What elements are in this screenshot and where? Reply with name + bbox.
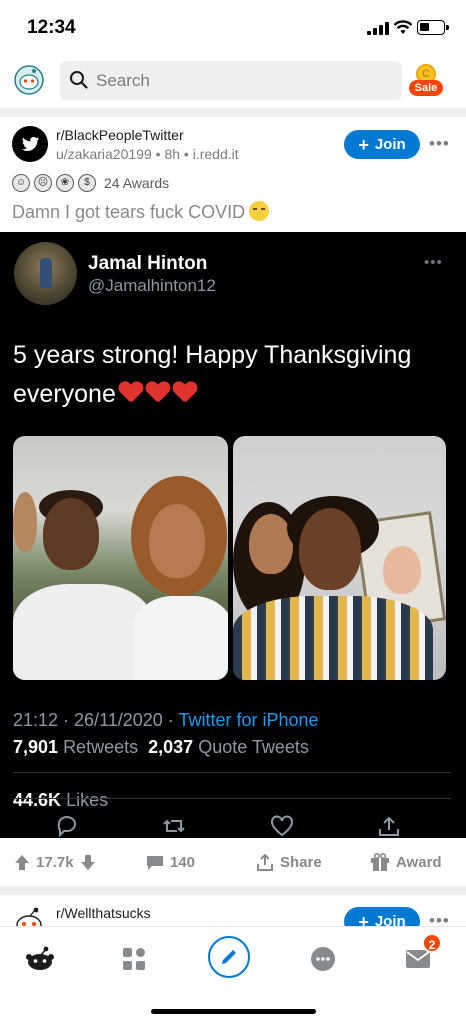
awards-count: 24 Awards — [104, 175, 170, 191]
heart-emoji-icon — [146, 382, 170, 404]
tweet-author-name: Jamal Hinton — [88, 253, 208, 274]
tweet-avatar — [14, 242, 77, 305]
award-wholesome-icon: ☺ — [12, 174, 30, 192]
tweet-time-text: 21:12 · 26/11/2020 · — [13, 710, 179, 730]
chat-bubble-icon — [311, 947, 335, 971]
more-options-icon[interactable]: ••• — [429, 134, 450, 154]
tweet-photo-left — [13, 436, 228, 680]
retweet-label: Retweets — [63, 737, 139, 757]
tweet-photo-right — [233, 436, 446, 680]
like-label: Likes — [66, 790, 109, 810]
post-title[interactable]: Damn I got tears fuck COVID — [12, 201, 270, 223]
battery-icon — [417, 20, 449, 35]
tab-home[interactable] — [20, 941, 60, 977]
quote-label: Quote Tweets — [198, 737, 309, 757]
vote-count: 17.7k — [36, 853, 74, 871]
search-icon — [70, 71, 88, 89]
share-icon — [257, 853, 273, 871]
comment-count: 140 — [170, 853, 196, 871]
signal-icon — [367, 22, 389, 35]
award-hug-icon: ❀ — [56, 174, 74, 192]
award-button[interactable]: Award — [370, 852, 442, 872]
join-label: Join — [374, 136, 406, 153]
retweet-icon — [163, 819, 185, 833]
tweet-likes: 44.6K Likes — [13, 790, 108, 811]
reply-icon — [57, 816, 76, 837]
post-age: 8h — [164, 146, 181, 162]
post-meta: u/zakaria20199 • 8h • i.redd.it — [56, 146, 239, 162]
awards-row[interactable]: ☺ ☹ ❀ $ 24 Awards — [12, 173, 169, 193]
gift-icon — [371, 852, 389, 871]
quote-count: 2,037 — [148, 737, 194, 757]
vote-group: 17.7k — [14, 852, 96, 872]
next-post-header: r/Wellthatsucks + Join ••• — [0, 895, 466, 930]
home-snoo-icon — [26, 946, 54, 970]
plus-icon: + — [358, 134, 369, 155]
subreddit-name[interactable]: r/BlackPeopleTwitter — [56, 127, 184, 143]
subreddit-icon[interactable] — [12, 126, 48, 162]
award-label: Award — [396, 853, 442, 871]
post-domain[interactable]: i.redd.it — [193, 146, 239, 162]
crying-emoji-icon — [249, 201, 270, 221]
tweet-more-icon: ••• — [424, 254, 443, 271]
tab-create-post[interactable] — [208, 936, 250, 978]
post-title-text: Damn I got tears fuck COVID — [12, 202, 246, 222]
comments-button[interactable]: 140 — [146, 852, 195, 872]
tweet-author-handle: @Jamalhinton12 — [88, 276, 216, 295]
award-silver-icon: $ — [78, 174, 96, 192]
join-button[interactable]: + Join — [344, 130, 420, 159]
tweet-text-body: 5 years strong! Happy Thanksgiving every… — [13, 341, 412, 408]
tab-inbox[interactable]: 2 — [398, 933, 442, 977]
feed-divider — [0, 108, 466, 117]
communities-grid-icon — [123, 948, 145, 970]
retweet-count: 7,901 — [13, 737, 59, 757]
share-button[interactable]: Share — [256, 852, 322, 872]
profile-avatar-icon[interactable] — [14, 65, 44, 95]
post-action-bar: 17.7k 140 Share Award — [0, 838, 466, 886]
home-indicator — [151, 1009, 316, 1014]
award-tears-icon: ☹ — [34, 174, 52, 192]
tweet-source: Twitter for iPhone — [178, 710, 319, 730]
tab-chat[interactable] — [303, 941, 343, 977]
status-bar: 12:34 — [0, 0, 466, 56]
tweet-stats: 7,901 Retweets 2,037 Quote Tweets — [13, 737, 309, 758]
search-input[interactable]: Search — [60, 61, 402, 100]
share-label: Share — [280, 853, 322, 871]
heart-emoji-icon — [119, 382, 143, 404]
comment-icon — [147, 855, 163, 870]
tab-communities[interactable] — [114, 941, 154, 977]
status-time: 12:34 — [27, 17, 76, 38]
app-header: Search C Sale — [0, 56, 466, 108]
sale-badge: Sale — [409, 80, 443, 96]
search-placeholder: Search — [96, 71, 150, 90]
tweet-divider — [13, 798, 451, 799]
pencil-icon — [222, 950, 236, 964]
coin-sale-button[interactable]: C Sale — [408, 64, 444, 98]
tweet-actions — [0, 815, 466, 838]
upvote-arrow-icon[interactable] — [14, 854, 30, 871]
feed-divider — [0, 886, 466, 895]
like-count: 44.6K — [13, 790, 62, 810]
tweet-timestamp: 21:12 · 26/11/2020 · Twitter for iPhone — [13, 710, 319, 731]
downvote-arrow-icon[interactable] — [80, 854, 96, 871]
post-author[interactable]: u/zakaria20199 — [56, 146, 152, 162]
tweet-text: 5 years strong! Happy Thanksgiving every… — [13, 336, 453, 414]
bottom-tab-bar: 2 — [0, 926, 466, 1023]
post-image[interactable]: Jamal Hinton @Jamalhinton12 ••• 5 years … — [0, 232, 466, 838]
heart-emoji-icon — [173, 382, 197, 404]
post-header: r/BlackPeopleTwitter u/zakaria20199 • 8h… — [0, 117, 466, 227]
share-tweet-icon — [379, 816, 399, 836]
inbox-badge: 2 — [422, 933, 442, 953]
tweet-divider — [13, 772, 451, 773]
subreddit-name[interactable]: r/Wellthatsucks — [56, 905, 151, 921]
like-heart-icon — [271, 815, 293, 837]
meta-separator: • — [183, 146, 193, 162]
wifi-icon — [393, 20, 413, 34]
